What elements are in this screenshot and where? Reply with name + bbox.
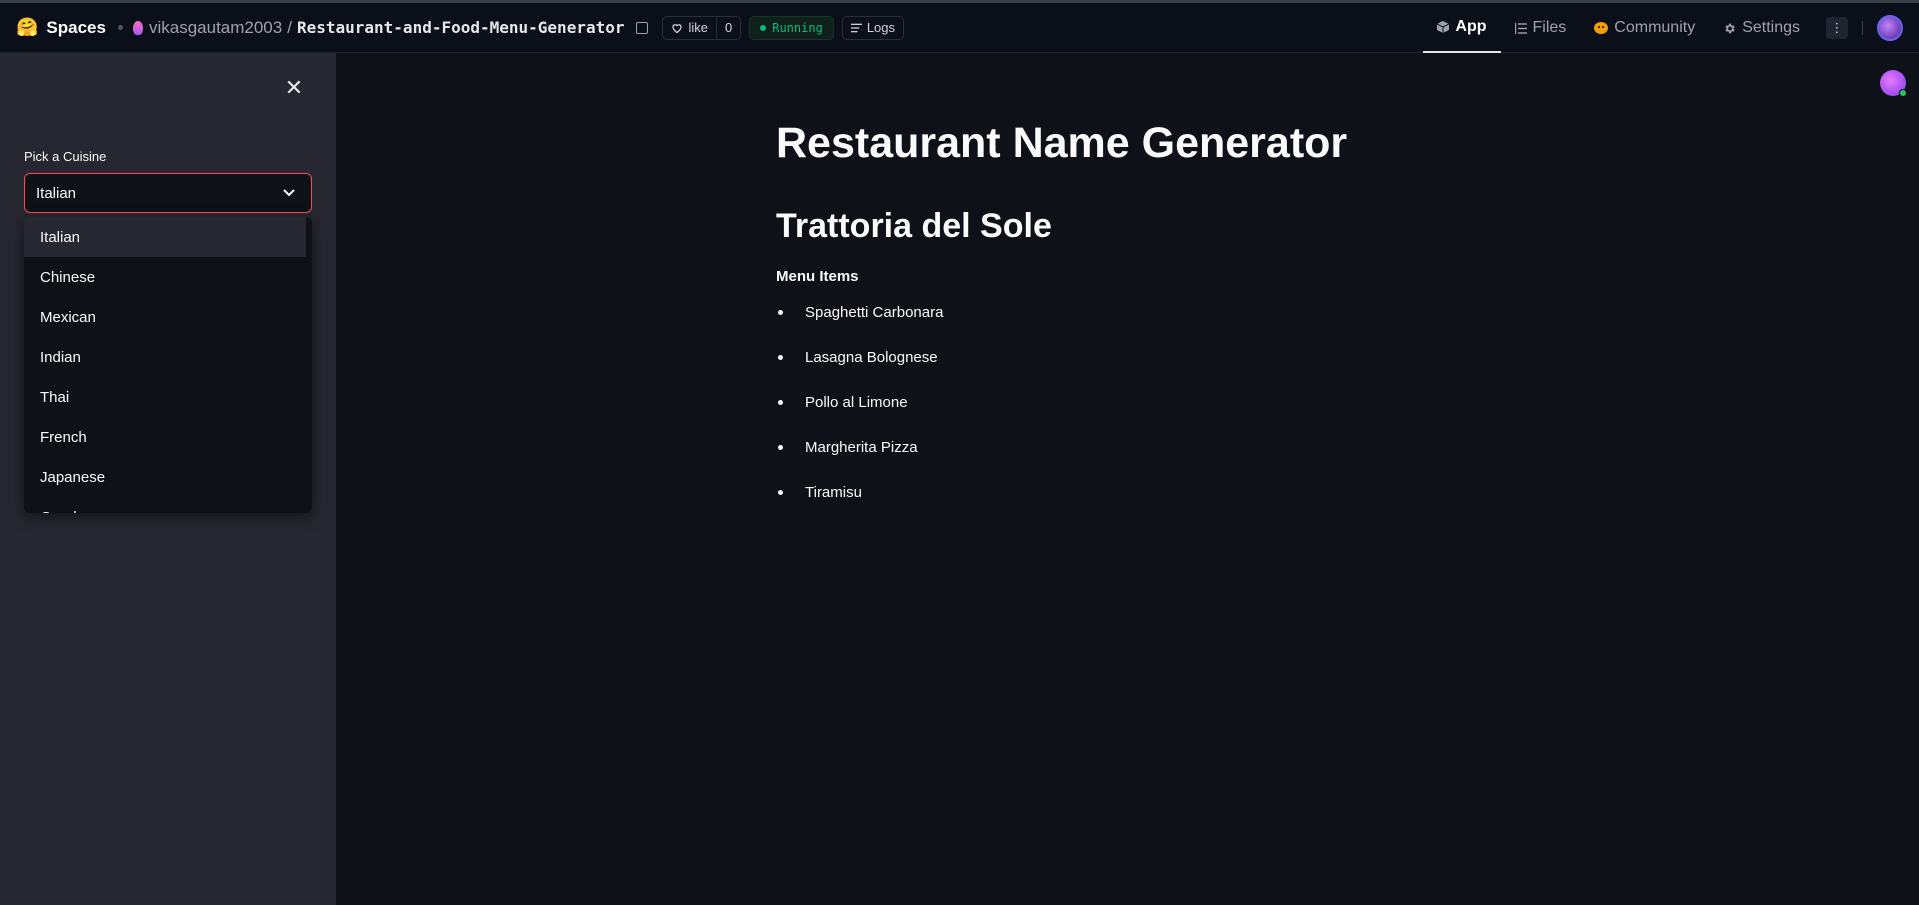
- owner-avatar: [132, 20, 143, 35]
- menu-list-item: Tiramisu: [776, 483, 943, 528]
- floating-user-avatar[interactable]: [1880, 70, 1907, 97]
- dropdown-option[interactable]: Japanese: [24, 457, 306, 497]
- spaces-home-link[interactable]: 🤗 Spaces: [16, 17, 106, 38]
- menu-list-item: Pollo al Limone: [776, 393, 943, 438]
- logs-icon: [850, 23, 862, 32]
- tab-community[interactable]: Community: [1580, 3, 1709, 53]
- menu-list-item: Spaghetti Carbonara: [776, 303, 943, 348]
- logs-label: Logs: [866, 20, 896, 35]
- online-indicator-icon: [1899, 89, 1907, 97]
- status-dot-icon: [760, 24, 767, 31]
- dropdown-option[interactable]: Italian: [24, 217, 306, 257]
- repo-breadcrumb: vikasgautam2003 / Restaurant-and-Food-Me…: [132, 17, 649, 38]
- top-nav: 🤗 Spaces vikasgautam2003 / Restaurant-an…: [0, 0, 1919, 53]
- cuisine-select-value: Italian: [36, 184, 77, 202]
- space-tabs: App Files Community Settings ⋮: [1423, 3, 1919, 53]
- like-label: like: [688, 20, 708, 35]
- tab-files-label: Files: [1532, 19, 1567, 36]
- status-badge[interactable]: Running: [749, 15, 834, 40]
- menu-list-item: Lasagna Bolognese: [776, 348, 943, 393]
- menu-items-list: Spaghetti Carbonara Lasagna Bolognese Po…: [776, 303, 943, 528]
- tab-app-label: App: [1455, 18, 1487, 35]
- chevron-down-icon: [283, 189, 295, 197]
- dropdown-option[interactable]: Chinese: [24, 257, 306, 297]
- nav-divider: [1862, 21, 1863, 35]
- tab-files[interactable]: Files: [1501, 3, 1581, 53]
- files-icon: [1514, 22, 1527, 34]
- heart-icon: [672, 23, 683, 33]
- menu-list-item: Margherita Pizza: [776, 438, 943, 483]
- dropdown-option[interactable]: Greek: [24, 497, 306, 514]
- page-title: Restaurant Name Generator: [776, 119, 1348, 167]
- cuisine-select-label: Pick a Cuisine: [24, 149, 107, 164]
- dropdown-option[interactable]: French: [24, 417, 306, 457]
- sidebar: ✕ Pick a Cuisine Italian Italian Chinese…: [0, 53, 336, 905]
- restaurant-name-heading: Trattoria del Sole: [776, 207, 1052, 245]
- tab-settings-label: Settings: [1742, 19, 1800, 36]
- brand-label: Spaces: [46, 17, 106, 37]
- dropdown-option[interactable]: Mexican: [24, 297, 306, 337]
- dropdown-option[interactable]: Indian: [24, 337, 306, 377]
- separator-dot: [117, 25, 123, 30]
- tab-app[interactable]: App: [1423, 3, 1501, 53]
- gear-icon: [1725, 23, 1735, 33]
- dropdown-option[interactable]: Thai: [24, 377, 306, 417]
- breadcrumb-slash: /: [287, 17, 292, 37]
- user-avatar[interactable]: [1877, 15, 1903, 41]
- logs-button[interactable]: Logs: [841, 15, 905, 40]
- repo-name-link[interactable]: Restaurant-and-Food-Menu-Generator: [297, 18, 625, 37]
- like-button[interactable]: like 0: [662, 15, 742, 40]
- community-icon: [1594, 22, 1609, 34]
- like-count: 0: [716, 16, 740, 39]
- close-sidebar-icon[interactable]: ✕: [283, 77, 305, 99]
- status-label: Running: [772, 20, 823, 35]
- menu-items-label: Menu Items: [776, 268, 859, 285]
- owner-link[interactable]: vikasgautam2003: [149, 18, 282, 38]
- more-options-button[interactable]: ⋮: [1826, 17, 1848, 39]
- copy-icon[interactable]: [636, 21, 649, 34]
- tab-settings[interactable]: Settings: [1709, 3, 1814, 53]
- cuisine-select[interactable]: Italian: [24, 173, 312, 213]
- cube-icon: [1437, 21, 1450, 33]
- cuisine-dropdown: Italian Chinese Mexican Indian Thai Fren…: [24, 217, 312, 513]
- hugging-face-icon: 🤗: [16, 17, 39, 37]
- tab-community-label: Community: [1614, 19, 1696, 36]
